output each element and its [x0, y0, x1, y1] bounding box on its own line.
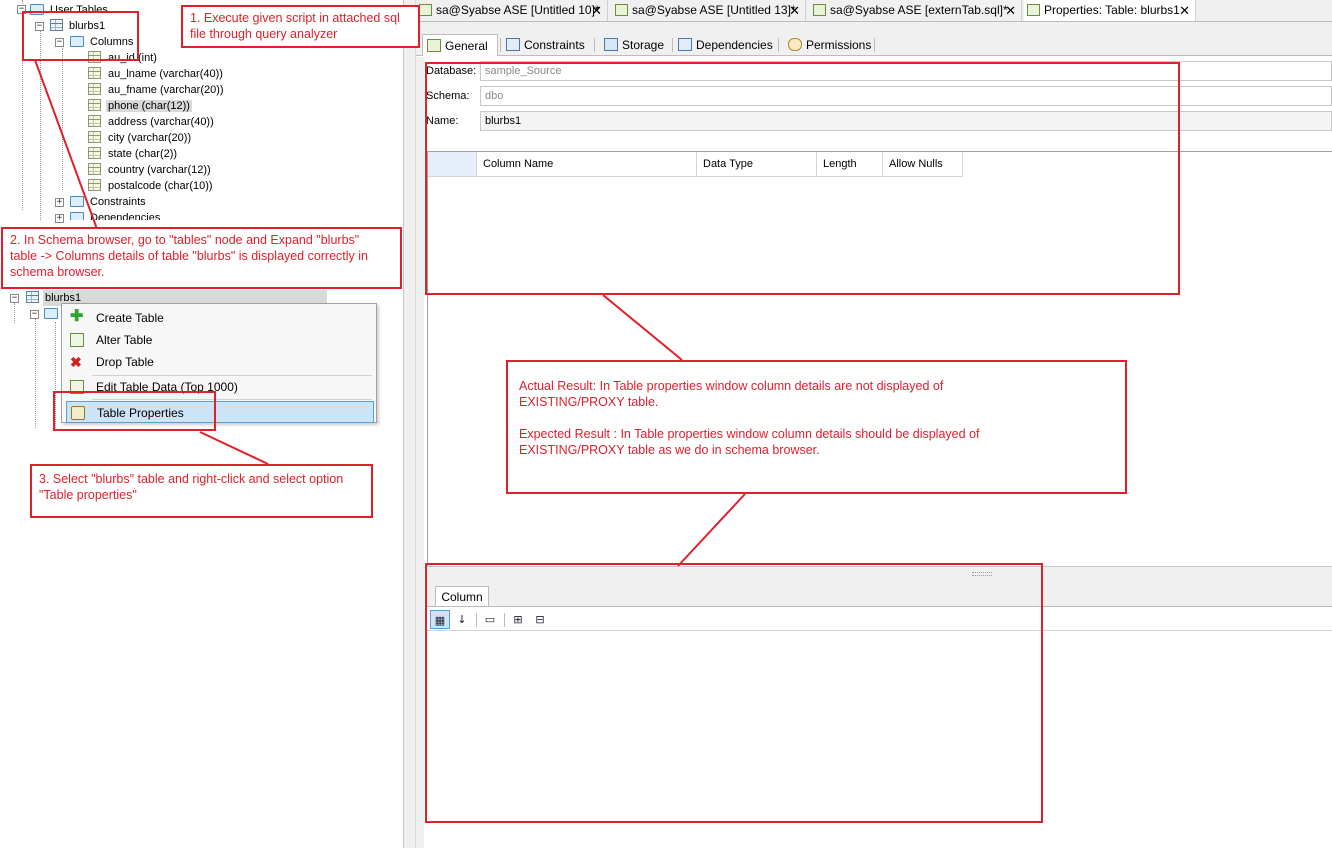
- tab-separator: [874, 38, 875, 52]
- tree-node-dependencies[interactable]: Dependencies: [70, 210, 162, 220]
- highlight-table-properties: [53, 391, 216, 431]
- constraints-icon: [506, 38, 520, 51]
- tree-node-column[interactable]: au_lname (varchar(40)): [88, 66, 225, 82]
- tree-node-column[interactable]: country (varchar(12)): [88, 162, 213, 178]
- tab-separator: [778, 38, 779, 52]
- tree-node-columns-folder[interactable]: [44, 306, 62, 322]
- tab-untitled-13[interactable]: sa@Syabse ASE [Untitled 13]* ✕: [612, 0, 806, 21]
- plus-icon: ✚: [70, 308, 84, 325]
- annotation-step-2: 2. In Schema browser, go to "tables" nod…: [1, 227, 402, 289]
- highlight-properties-fields: [425, 62, 1180, 295]
- tab-separator: [672, 38, 673, 52]
- table-properties-icon: [1027, 4, 1040, 16]
- tab-untitled-10[interactable]: sa@Syabse ASE [Untitled 10]* ✕: [416, 0, 608, 21]
- menu-drop-table[interactable]: ✖ Drop Table: [62, 351, 376, 373]
- column-icon: [88, 83, 101, 95]
- annotation-step-1: 1. Execute given script in attached sql …: [181, 5, 420, 48]
- pane-splitter[interactable]: [403, 0, 416, 848]
- tab-general[interactable]: General: [422, 34, 498, 56]
- sql-editor-icon: [419, 4, 432, 16]
- tab-storage[interactable]: Storage: [600, 34, 672, 56]
- tab-table-properties[interactable]: Properties: Table: blurbs1 ✕: [1024, 0, 1196, 21]
- storage-icon: [604, 38, 618, 51]
- tree-node-column[interactable]: state (char(2)): [88, 146, 179, 162]
- expand-constraints[interactable]: +: [55, 198, 64, 207]
- panel-margin: [416, 57, 424, 848]
- tab-constraints[interactable]: Constraints: [502, 34, 594, 56]
- tab-externtab-sql[interactable]: sa@Syabse ASE [externTab.sql]* ✕: [810, 0, 1022, 21]
- document-tabs: sa@Syabse ASE [Untitled 10]* ✕ sa@Syabse…: [416, 0, 1332, 22]
- tree-node-column[interactable]: phone (char(12)): [88, 98, 192, 114]
- tree-line: [14, 303, 15, 323]
- close-icon[interactable]: ✕: [789, 0, 800, 21]
- tab-separator: [500, 38, 501, 52]
- general-icon: [427, 39, 441, 52]
- menu-alter-table[interactable]: Alter Table: [62, 329, 376, 351]
- expand-dependencies[interactable]: +: [55, 214, 64, 223]
- highlight-column-panel: [425, 563, 1043, 823]
- folder-icon: [44, 308, 58, 319]
- tab-permissions[interactable]: Permissions: [784, 34, 874, 56]
- tab-separator: [594, 38, 595, 52]
- sql-editor-icon: [813, 4, 826, 16]
- tab-gap: [416, 22, 1332, 32]
- edit-table-icon: [70, 333, 84, 347]
- column-icon: [88, 115, 101, 127]
- tree-node-constraints[interactable]: Constraints: [70, 194, 148, 210]
- property-tabs: General Constraints Storage Dependencies…: [416, 32, 1332, 56]
- annotation-step-3: 3. Select "blurbs" table and right-click…: [30, 464, 373, 518]
- dependencies-icon: [678, 38, 692, 51]
- tree-line: [35, 318, 36, 428]
- tree-node-column[interactable]: postalcode (char(10)): [88, 178, 215, 194]
- column-icon: [88, 163, 101, 175]
- close-icon[interactable]: ✕: [1005, 0, 1016, 21]
- close-icon[interactable]: ✕: [1179, 0, 1190, 21]
- tab-dependencies[interactable]: Dependencies: [674, 34, 778, 56]
- permissions-icon: [788, 38, 802, 51]
- column-icon: [88, 67, 101, 79]
- folder-icon: [70, 196, 84, 207]
- sql-editor-icon: [615, 4, 628, 16]
- folder-icon: [70, 212, 84, 220]
- delete-table-icon: ✖: [70, 354, 82, 370]
- column-icon: [88, 131, 101, 143]
- menu-create-table[interactable]: ✚ Create Table: [62, 307, 376, 329]
- highlight-tree-columns: [22, 11, 139, 61]
- collapse-columns[interactable]: −: [30, 310, 39, 319]
- collapse-table-blurbs1[interactable]: −: [10, 294, 19, 303]
- close-icon[interactable]: ✕: [591, 0, 602, 21]
- column-icon: [88, 99, 101, 111]
- tree-node-column[interactable]: address (varchar(40)): [88, 114, 216, 130]
- column-icon: [88, 147, 101, 159]
- column-icon: [88, 179, 101, 191]
- annotation-result: Actual Result: In Table properties windo…: [506, 360, 1127, 494]
- tree-node-column[interactable]: au_fname (varchar(20)): [88, 82, 226, 98]
- tree-node-column[interactable]: city (varchar(20)): [88, 130, 193, 146]
- tree-line: [62, 48, 63, 190]
- table-icon: [26, 291, 39, 303]
